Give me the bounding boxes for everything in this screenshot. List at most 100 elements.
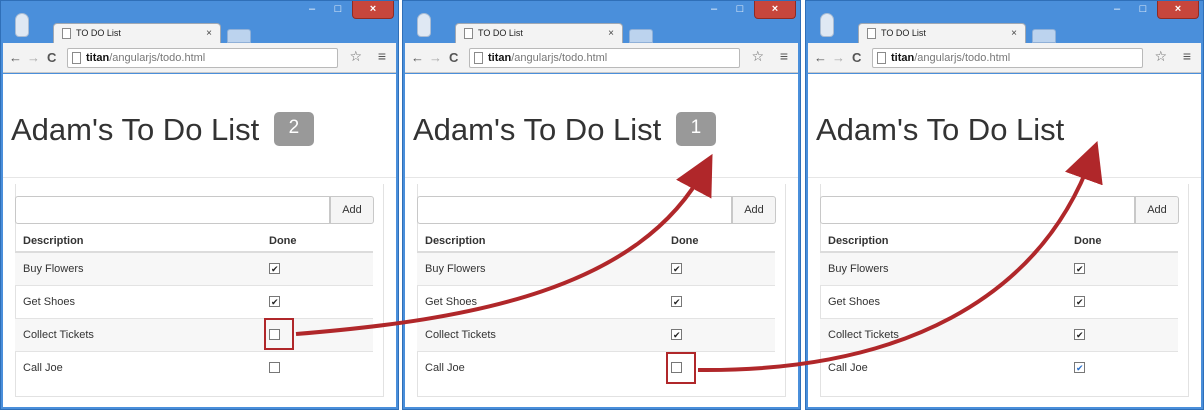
url-host: titan — [891, 52, 915, 64]
item-description: Collect Tickets — [15, 317, 261, 351]
url-path: /angularjs/todo.html — [914, 52, 1011, 64]
chrome-logo-icon — [820, 13, 834, 37]
page-header: Adam's To Do List 1 — [405, 74, 798, 178]
done-checkbox[interactable] — [1074, 362, 1085, 374]
bookmark-star-icon[interactable]: ☆ — [1154, 48, 1167, 65]
close-window-button[interactable]: × — [352, 1, 394, 19]
done-checkbox[interactable] — [269, 263, 280, 275]
address-bar[interactable]: titan/angularjs/todo.html — [872, 48, 1143, 68]
new-item-input[interactable] — [15, 196, 330, 224]
reload-icon[interactable]: C — [47, 50, 56, 65]
minimize-button[interactable]: – — [300, 1, 324, 19]
browser-tab[interactable]: TO DO List × — [455, 23, 623, 43]
tab-title: TO DO List — [76, 28, 121, 38]
page-header: Adam's To Do List 2 — [3, 74, 396, 178]
add-button[interactable]: Add — [732, 196, 776, 224]
highlight-box — [264, 318, 294, 350]
item-description: Call Joe — [15, 350, 261, 384]
done-checkbox[interactable] — [671, 296, 682, 308]
back-arrow-icon[interactable]: ← — [411, 50, 424, 65]
browser-window-1: TO DO List × – □ × ← → C titan/angularjs… — [0, 0, 399, 410]
maximize-button[interactable]: □ — [326, 1, 350, 19]
count-badge: 1 — [675, 111, 716, 146]
tab-close-icon[interactable]: × — [206, 24, 212, 43]
menu-icon[interactable]: ≡ — [378, 48, 386, 64]
add-button[interactable]: Add — [330, 196, 374, 224]
page-title-text: Adam's To Do List — [413, 112, 662, 147]
table-row: Collect Tickets — [15, 317, 373, 351]
new-item-input[interactable] — [417, 196, 732, 224]
table-row: Get Shoes — [820, 284, 1178, 318]
minimize-button[interactable]: – — [1105, 1, 1129, 19]
browser-window-2: TO DO List × – □ × ← → C titan/angularjs… — [402, 0, 801, 410]
address-bar[interactable]: titan/angularjs/todo.html — [67, 48, 338, 68]
browser-toolbar: ← → C titan/angularjs/todo.html ☆ ≡ — [405, 43, 798, 73]
url-path: /angularjs/todo.html — [109, 52, 206, 64]
new-tab-button[interactable] — [227, 29, 251, 43]
page-title: Adam's To Do List 1 — [413, 111, 716, 149]
url-host: titan — [488, 52, 512, 64]
page-icon — [62, 28, 71, 39]
column-header-description: Description — [15, 230, 261, 253]
url-host: titan — [86, 52, 110, 64]
item-description: Get Shoes — [417, 284, 663, 318]
done-checkbox[interactable] — [671, 263, 682, 275]
page-header: Adam's To Do List — [808, 74, 1201, 178]
forward-arrow-icon[interactable]: → — [429, 50, 442, 65]
done-checkbox[interactable] — [269, 362, 280, 374]
tab-close-icon[interactable]: × — [1011, 24, 1017, 43]
minimize-button[interactable]: – — [702, 1, 726, 19]
done-checkbox[interactable] — [1074, 296, 1085, 308]
done-checkbox[interactable] — [671, 329, 682, 341]
done-checkbox[interactable] — [1074, 263, 1085, 275]
page-title-text: Adam's To Do List — [816, 112, 1065, 147]
forward-arrow-icon[interactable]: → — [27, 50, 40, 65]
page-icon — [877, 52, 886, 64]
new-tab-button[interactable] — [1032, 29, 1056, 43]
back-arrow-icon[interactable]: ← — [814, 50, 827, 65]
table-row: Get Shoes — [417, 284, 775, 318]
item-description: Buy Flowers — [820, 251, 1066, 285]
todo-table: Description Done Buy Flowers Get Shoes C… — [820, 230, 1178, 384]
new-item-input[interactable] — [820, 196, 1135, 224]
new-tab-button[interactable] — [629, 29, 653, 43]
address-bar[interactable]: titan/angularjs/todo.html — [469, 48, 740, 68]
page-content: Adam's To Do List 1 Add Description Done… — [405, 74, 798, 407]
page-content: Adam's To Do List Add Description Done B… — [808, 74, 1201, 407]
maximize-button[interactable]: □ — [728, 1, 752, 19]
table-row: Collect Tickets — [820, 317, 1178, 351]
menu-icon[interactable]: ≡ — [780, 48, 788, 64]
reload-icon[interactable]: C — [852, 50, 861, 65]
chrome-logo-icon — [417, 13, 431, 37]
browser-toolbar: ← → C titan/angularjs/todo.html ☆ ≡ — [3, 43, 396, 73]
highlight-box — [666, 352, 696, 384]
browser-toolbar: ← → C titan/angularjs/todo.html ☆ ≡ — [808, 43, 1201, 73]
done-checkbox[interactable] — [269, 296, 280, 308]
page-icon — [867, 28, 876, 39]
page-title: Adam's To Do List — [816, 112, 1064, 148]
done-checkbox[interactable] — [1074, 329, 1085, 341]
item-description: Collect Tickets — [417, 317, 663, 351]
bookmark-star-icon[interactable]: ☆ — [349, 48, 362, 65]
table-row: Buy Flowers — [417, 251, 775, 285]
item-description: Buy Flowers — [15, 251, 261, 285]
back-arrow-icon[interactable]: ← — [9, 50, 22, 65]
add-item-group: Add — [417, 196, 776, 224]
table-row: Collect Tickets — [417, 317, 775, 351]
close-window-button[interactable]: × — [1157, 1, 1199, 19]
column-header-done: Done — [1066, 230, 1178, 253]
reload-icon[interactable]: C — [449, 50, 458, 65]
tab-title: TO DO List — [881, 28, 926, 38]
add-button[interactable]: Add — [1135, 196, 1179, 224]
menu-icon[interactable]: ≡ — [1183, 48, 1191, 64]
tab-close-icon[interactable]: × — [608, 24, 614, 43]
browser-tab[interactable]: TO DO List × — [53, 23, 221, 43]
bookmark-star-icon[interactable]: ☆ — [751, 48, 764, 65]
maximize-button[interactable]: □ — [1131, 1, 1155, 19]
table-row: Buy Flowers — [15, 251, 373, 285]
title-bar: TO DO List × – □ × — [403, 1, 800, 43]
forward-arrow-icon[interactable]: → — [832, 50, 845, 65]
table-row: Call Joe — [15, 350, 373, 384]
browser-tab[interactable]: TO DO List × — [858, 23, 1026, 43]
close-window-button[interactable]: × — [754, 1, 796, 19]
